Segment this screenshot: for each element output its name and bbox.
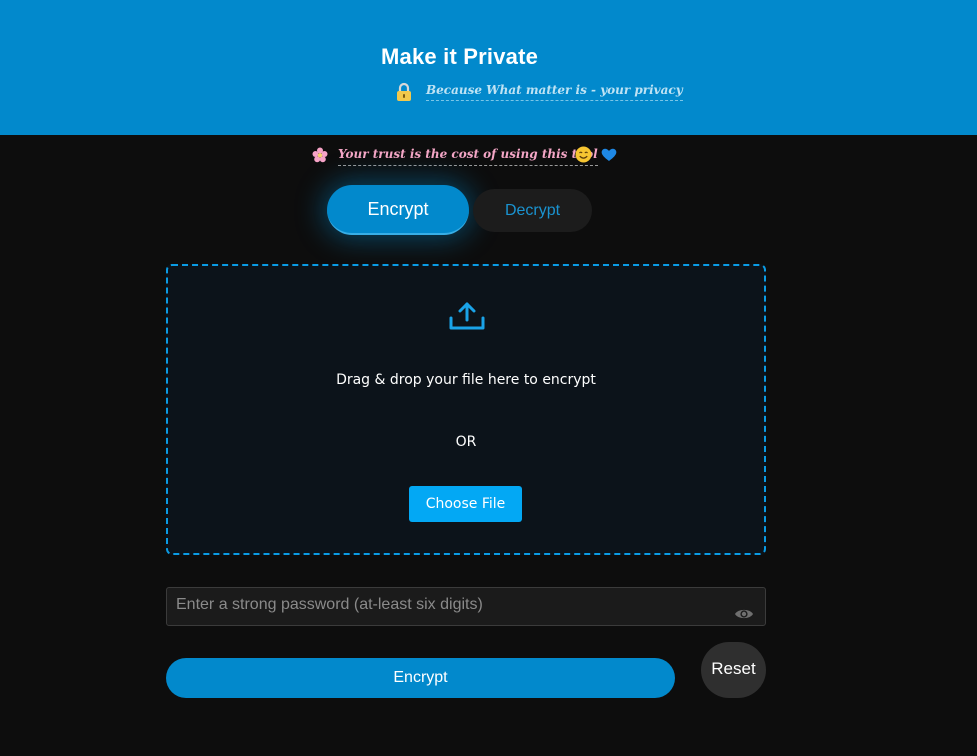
- choose-file-button[interactable]: Choose File: [409, 486, 522, 522]
- smile-icon: [575, 146, 592, 163]
- heart-icon: [601, 148, 617, 161]
- eye-icon[interactable]: [734, 607, 754, 621]
- reset-button[interactable]: Reset: [701, 642, 766, 698]
- dropzone-prompt: Drag & drop your file here to encrypt: [336, 372, 596, 388]
- tab-encrypt[interactable]: Encrypt: [327, 185, 469, 235]
- trust-note-text: Your trust is the cost of using this too…: [338, 147, 598, 166]
- flower-icon: [312, 147, 328, 163]
- password-input[interactable]: [176, 594, 716, 616]
- lock-icon: [397, 82, 411, 101]
- header-subtitle: Because What matter is - your privacy: [426, 83, 683, 101]
- page-title: Make it Private: [381, 44, 539, 69]
- file-dropzone[interactable]: Drag & drop your file here to encrypt OR…: [166, 264, 766, 555]
- header-banner: Make it Private Because What matter is -…: [0, 0, 977, 135]
- upload-icon: [449, 302, 485, 330]
- password-field: [166, 587, 766, 626]
- dropzone-separator: OR: [455, 434, 477, 450]
- encrypt-button[interactable]: Encrypt: [166, 658, 675, 698]
- tab-decrypt[interactable]: Decrypt: [473, 189, 592, 232]
